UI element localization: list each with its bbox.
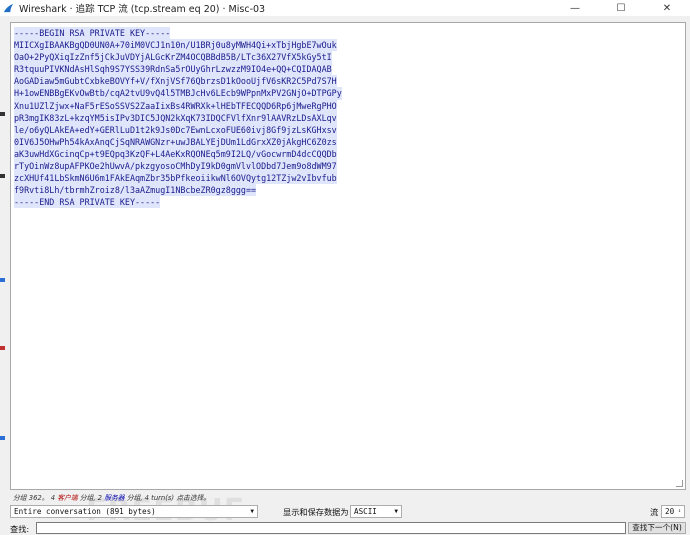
- stream-lines: -----BEGIN RSA PRIVATE KEY----- MIICXgIBA…: [14, 27, 342, 209]
- close-button[interactable]: ✕: [644, 0, 690, 16]
- find-input[interactable]: [36, 522, 626, 534]
- summary-prefix: 分组 362。: [13, 494, 49, 502]
- stream-line: AoGADiaw5mGubtCxbkeBOVYf+V/fXnjVSf76Qbrz…: [14, 75, 337, 88]
- show-save-label: 显示和保存数据为: [283, 507, 349, 517]
- summary-mid2: 分组, 4 turn(s) 点击选择。: [126, 494, 211, 502]
- format-select-value: ASCII: [354, 507, 377, 516]
- find-label: 查找:: [10, 524, 30, 534]
- stream-line: H+1owENBBgEKvOwBtb/cqA2tvU9vQ4l5TMBJcHv6…: [14, 87, 342, 100]
- background-glyph: [0, 112, 5, 116]
- wireshark-fin-icon: [3, 3, 14, 12]
- chevron-down-icon: ▼: [250, 508, 254, 515]
- conversation-select-value: Entire conversation (891 bytes): [14, 507, 156, 516]
- stream-line: MIICXgIBAAKBgQD0UN0A+70iM0VCJ1n10n/U1BRj…: [14, 39, 337, 52]
- stream-line: R3tquuPIVKNdAsHlSqh9S7YSS39RdnSa5rOUyGhr…: [14, 63, 332, 76]
- stream-line: 0IV6J5OHwPh54kAxAnqCjSqNRAWGNzr+uwJBALYE…: [14, 135, 337, 148]
- stream-line: le/o6yQLAkEA+edY+GERlLuD1t2k9Js0Dc7EwnLc…: [14, 123, 337, 136]
- window-controls: — ☐ ✕: [552, 0, 690, 16]
- stream-line: aK3uwHdXGcinqCp+t9EQpq3KzQF+L4AeKxRQONEq…: [14, 147, 337, 161]
- packet-summary: 分组 362。 4 客户端 分组, 2 服务器 分组, 4 turn(s) 点击…: [13, 492, 210, 502]
- maximize-button[interactable]: ☐: [598, 0, 644, 16]
- resize-grip-icon[interactable]: [676, 480, 683, 487]
- window-title: Wireshark · 追踪 TCP 流 (tcp.stream eq 20) …: [19, 4, 266, 15]
- background-window-edge: [0, 16, 10, 535]
- background-glyph: [0, 346, 5, 350]
- stream-line: zcXHUf41LbSkmN6U6m1FAkEAqmZbr35bPfkeoiik…: [14, 172, 337, 185]
- stream-line: pR3mgIK83zL+kzqYM5isIPv3DIC5JQN2kXqK73ID…: [14, 111, 337, 124]
- stream-label: 流: [650, 507, 659, 517]
- stream-line: Xnu1UZlZjwx+NaF5rESoSSVS2ZaaIixBs4RWRXk+…: [14, 99, 337, 112]
- background-glyph: [0, 174, 5, 178]
- chevron-down-icon: ▼: [394, 508, 398, 515]
- summary-server-label: 服务器: [104, 494, 125, 502]
- summary-mid1: 分组, 2: [79, 494, 103, 502]
- conversation-select[interactable]: Entire conversation (891 bytes) ▼: [10, 505, 258, 518]
- stream-content-view[interactable]: -----BEGIN RSA PRIVATE KEY----- MIICXgIBA…: [10, 22, 686, 490]
- title-bar: Wireshark · 追踪 TCP 流 (tcp.stream eq 20) …: [0, 0, 690, 16]
- background-glyph: [0, 436, 5, 440]
- find-next-button[interactable]: 查找下一个(N): [628, 522, 686, 534]
- stream-stepper[interactable]: 20 ⇕: [661, 505, 685, 518]
- background-glyph: [0, 278, 5, 282]
- format-select[interactable]: ASCII ▼: [350, 505, 402, 518]
- stream-line: -----BEGIN RSA PRIVATE KEY-----: [14, 27, 171, 40]
- summary-client-count: 4: [50, 494, 56, 502]
- stream-line: rTyOinWz8upAFPKOe2hUwvA/pkzgyosoCMhDyI9k…: [14, 160, 337, 173]
- summary-client-label: 客户端: [57, 494, 78, 502]
- find-row: 查找: 查找下一个(N): [10, 522, 686, 535]
- minimize-button[interactable]: —: [552, 0, 598, 16]
- controls-row: Entire conversation (891 bytes) ▼ 显示和保存数…: [10, 504, 686, 520]
- spin-arrows-icon: ⇕: [677, 508, 681, 514]
- stream-line: f9Rvti8Lh/tbrmhZroiz8/l3aAZmugI1NBcbeZR0…: [14, 184, 257, 197]
- stream-stepper-value: 20: [665, 507, 675, 516]
- stream-line: -----END RSA PRIVATE KEY-----: [14, 196, 161, 209]
- stream-line: OaO+2PyQXiqIzZnf5jCkJuVDYjALGcKrZM4OCQBB…: [14, 51, 332, 64]
